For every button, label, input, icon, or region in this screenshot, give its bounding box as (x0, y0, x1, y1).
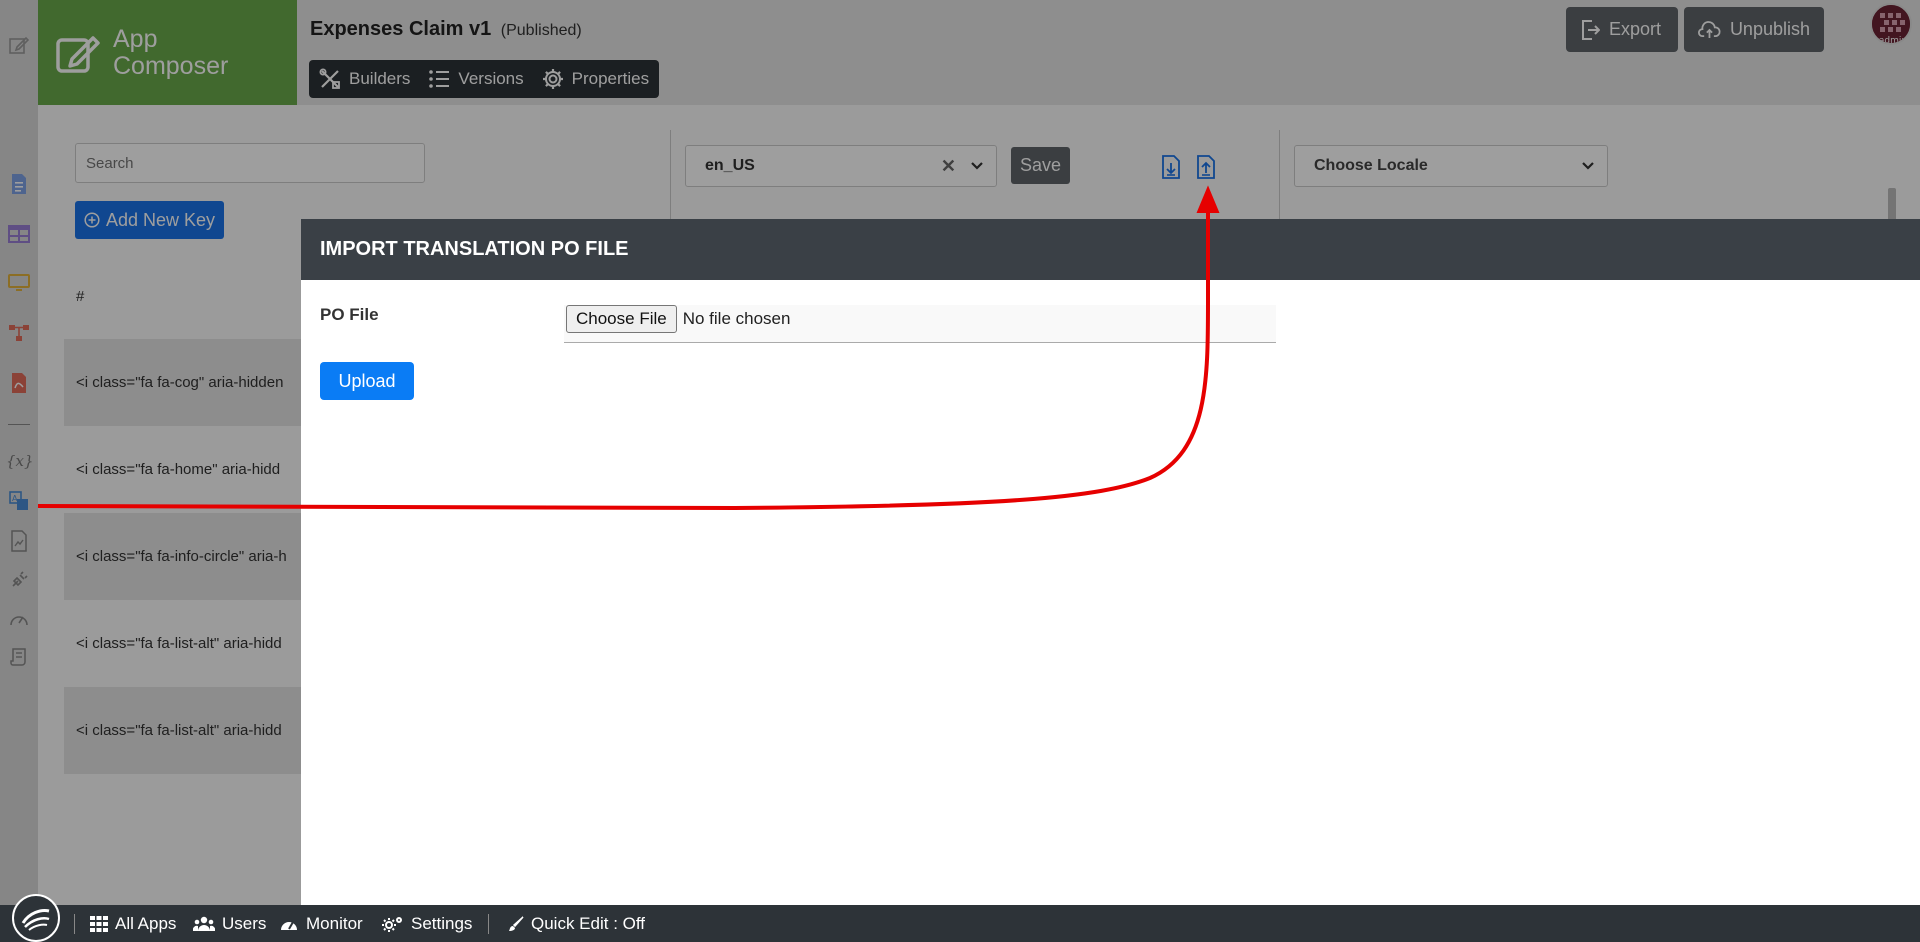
modal-title: IMPORT TRANSLATION PO FILE (301, 219, 1920, 280)
settings-label: Settings (411, 913, 473, 933)
paint-brush-icon (509, 915, 524, 931)
quick-edit-label: Quick Edit : Off (531, 913, 646, 933)
gauge-icon (281, 921, 297, 930)
file-status-text: No file chosen (682, 309, 791, 328)
settings-link[interactable]: Settings (382, 905, 472, 942)
monitor-link[interactable]: Monitor (279, 905, 363, 942)
choose-file-button[interactable]: Choose File (566, 305, 677, 333)
bottom-separator (488, 914, 489, 934)
bottom-separator (74, 914, 75, 934)
po-file-label: PO File (320, 305, 379, 324)
gears-icon (382, 916, 402, 932)
upload-button[interactable]: Upload (320, 362, 414, 400)
all-apps-label: All Apps (115, 913, 177, 933)
quick-edit-toggle[interactable]: Quick Edit : Off (508, 905, 645, 942)
users-link[interactable]: Users (193, 905, 266, 942)
import-po-modal: IMPORT TRANSLATION PO FILE PO File Choos… (301, 219, 1920, 905)
monitor-label: Monitor (306, 913, 363, 933)
po-file-input[interactable]: Choose File No file chosen (564, 305, 1276, 343)
grid-icon (90, 915, 108, 932)
joget-logo-icon[interactable] (12, 894, 60, 942)
bottom-bar: All Apps Users Monitor Settings Quick Ed… (0, 894, 1920, 942)
users-label: Users (222, 913, 267, 933)
users-icon (193, 916, 215, 931)
all-apps-link[interactable]: All Apps (90, 905, 176, 942)
